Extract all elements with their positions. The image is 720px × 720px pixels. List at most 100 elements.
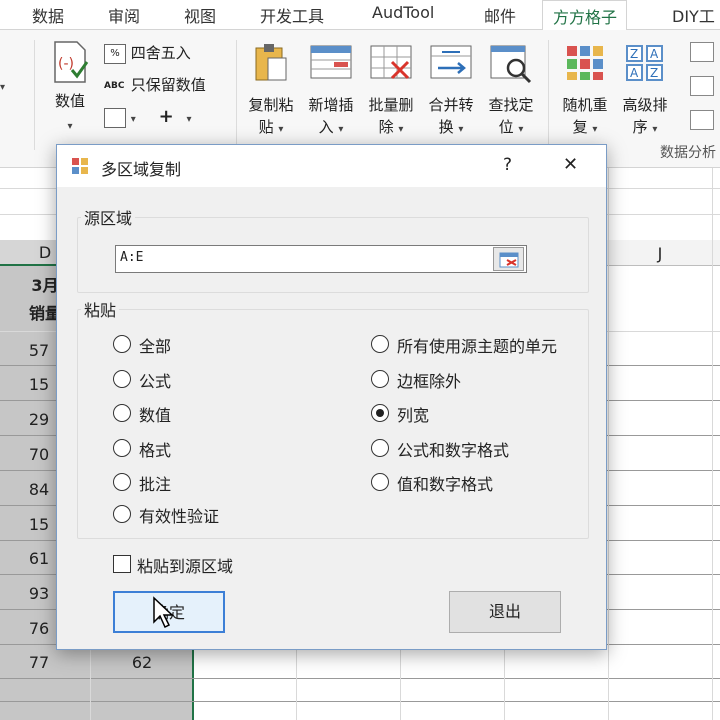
copy-paste-button[interactable]: 复制粘 贴 ▾: [242, 36, 300, 140]
ribbon-tab-bar: 数据 审阅 视图 开发工具 AudTool 邮件 方方格子 DIY工: [0, 0, 720, 31]
merge-convert-label-1: 合并转: [428, 96, 474, 114]
clipboard-icon: [252, 42, 290, 90]
small-tool-icon[interactable]: [690, 76, 714, 96]
radio-circle: [371, 335, 389, 353]
merge-convert-label-2: 换 ▾: [438, 118, 464, 136]
add-insert-label-1: 新增插: [308, 96, 354, 114]
column-j-label: J: [657, 244, 663, 263]
radio-label: 全部: [139, 337, 172, 356]
radio-label: 数值: [139, 406, 172, 425]
divider: [548, 40, 549, 150]
multi-region-copy-dialog: 多区域复制 ? ✕ 源区域 A:E 粘贴 全部 公式 数值 格式 批注 有效性验…: [56, 144, 607, 650]
radio-label: 值和数字格式: [397, 475, 494, 494]
radio-circle: [113, 439, 131, 457]
edit-tools-row: ▾ + ▾: [104, 106, 192, 128]
radio-circle: [371, 370, 389, 388]
dropdown-caret[interactable]: ▾: [131, 114, 136, 125]
abc-icon: ABC: [104, 80, 125, 91]
radio-label: 公式: [139, 372, 172, 391]
plus-button[interactable]: +: [159, 106, 174, 127]
radio-label: 格式: [139, 441, 172, 460]
merge-convert-button[interactable]: 合并转 换 ▾: [422, 36, 480, 140]
numvalue-button[interactable]: (-) 数值 ▾: [44, 36, 96, 136]
round-button[interactable]: % 四舍五入: [104, 42, 191, 64]
copy-paste-label-2: 贴 ▾: [258, 118, 284, 136]
find-locate-label-1: 查找定: [488, 96, 534, 114]
numeric-value-icon: (-): [50, 40, 90, 90]
merge-convert-icon: [430, 44, 472, 88]
add-insert-label-2: 入 ▾: [318, 118, 344, 136]
add-insert-button[interactable]: 新增插 入 ▾: [302, 36, 360, 140]
tab-developer[interactable]: 开发工具: [260, 3, 324, 27]
tab-diy[interactable]: DIY工: [672, 3, 715, 27]
round-label: 四舍五入: [130, 44, 191, 62]
divider: [236, 40, 237, 150]
paste-label: 粘贴: [81, 297, 120, 321]
range-select-icon: [499, 252, 519, 272]
tab-fangfanggezi[interactable]: 方方格子: [542, 0, 628, 31]
close-icon[interactable]: ✕: [563, 154, 578, 175]
mouse-cursor-icon: [152, 596, 174, 634]
small-tool-icon[interactable]: [690, 110, 714, 130]
random-repeat-label-2: 复 ▾: [572, 118, 598, 136]
source-range-input[interactable]: A:E: [115, 245, 527, 273]
batch-delete-label-1: 批量删: [368, 96, 414, 114]
radio-circle: [113, 404, 131, 422]
radio-circle: [113, 370, 131, 388]
grid-line: [712, 168, 713, 720]
dropdown-caret: ▾: [67, 121, 73, 132]
svg-text:A: A: [630, 66, 639, 80]
tab-view[interactable]: 视图: [184, 3, 216, 27]
tab-mail[interactable]: 邮件: [484, 3, 516, 27]
app-icon: [71, 157, 89, 179]
radio-circle-selected: [371, 404, 389, 422]
tab-data[interactable]: 数据: [32, 3, 64, 27]
paste-to-source-label: 粘贴到源区域: [137, 557, 234, 576]
radio-label: 批注: [139, 475, 172, 494]
random-repeat-label-1: 随机重: [562, 96, 608, 114]
random-repeat-button[interactable]: 随机重 复 ▾: [556, 36, 614, 140]
range-select-button[interactable]: [493, 247, 524, 271]
radio-circle: [113, 505, 131, 523]
radio-label: 有效性验证: [139, 507, 220, 526]
delete-grid-icon: [370, 44, 412, 88]
advanced-sort-label-1: 高级排: [622, 96, 668, 114]
source-region-label: 源区域: [81, 205, 136, 229]
radio-label: 所有使用源主题的单元: [397, 337, 558, 356]
exit-button[interactable]: 退出: [449, 591, 561, 633]
advanced-sort-button[interactable]: ZAAZ 高级排 序 ▾: [616, 36, 674, 140]
radio-label: 边框除外: [397, 372, 462, 391]
sort-az-icon: ZAAZ: [625, 44, 665, 88]
dialog-title-bar[interactable]: 多区域复制 ? ✕: [57, 145, 606, 187]
small-tool-icon[interactable]: [690, 42, 714, 62]
source-range-value: A:E: [120, 250, 144, 265]
advanced-sort-label-2: 序 ▾: [632, 118, 658, 136]
svg-text:A: A: [650, 47, 659, 61]
divider: [34, 40, 35, 150]
batch-delete-button[interactable]: 批量删 除 ▾: [362, 36, 420, 140]
checkbox-box: [113, 555, 131, 573]
find-locate-button[interactable]: 查找定 位 ▾: [482, 36, 540, 140]
table-cell[interactable]: 77: [0, 653, 78, 672]
group-label-data-analysis: 数据分析: [660, 145, 716, 161]
dialog-title: 多区域复制: [101, 160, 182, 179]
grid-line: [0, 678, 720, 679]
radio-label: 公式和数字格式: [397, 441, 510, 460]
tab-review[interactable]: 审阅: [108, 3, 140, 27]
radio-label: 列宽: [397, 406, 430, 425]
radio-circle: [113, 335, 131, 353]
numvalue-label: 数值: [54, 92, 85, 110]
find-magnifier-icon: [490, 44, 532, 90]
dropdown-caret[interactable]: ▾: [0, 76, 5, 94]
copy-paste-label-1: 复制粘: [248, 96, 294, 114]
help-button[interactable]: ?: [503, 155, 512, 175]
radio-circle: [371, 473, 389, 491]
batch-delete-label-2: 除 ▾: [378, 118, 404, 136]
table-cell[interactable]: 62: [90, 653, 194, 672]
edit-icon[interactable]: [104, 107, 126, 128]
keep-value-button[interactable]: ABC 只保留数值: [104, 74, 206, 95]
dropdown-caret[interactable]: ▾: [186, 114, 191, 125]
radio-circle: [371, 439, 389, 457]
tab-audtool[interactable]: AudTool: [372, 3, 434, 22]
find-locate-label-2: 位 ▾: [498, 118, 524, 136]
